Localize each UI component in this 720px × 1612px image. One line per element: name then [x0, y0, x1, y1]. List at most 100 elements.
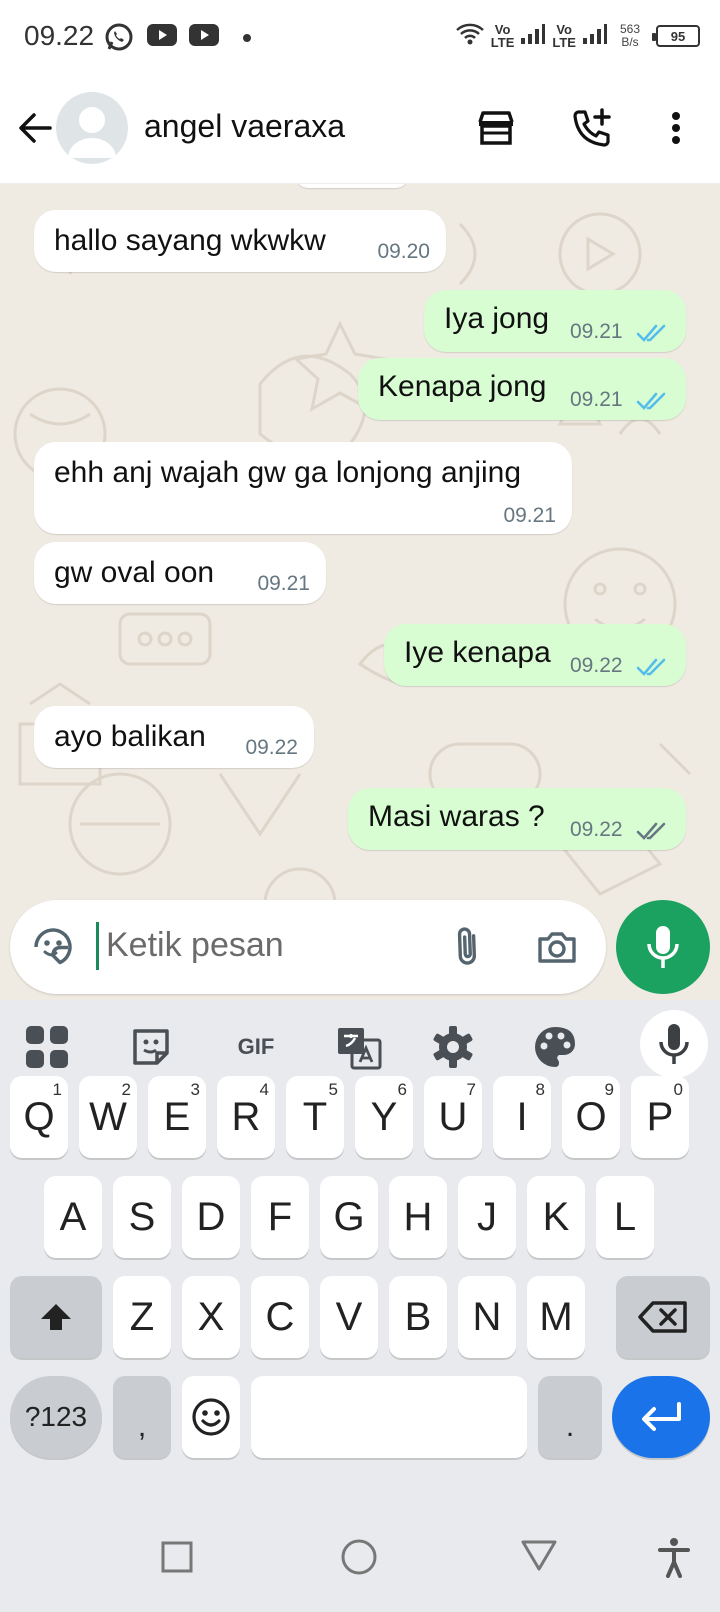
enter-key[interactable]: [612, 1376, 710, 1458]
key-b[interactable]: B: [389, 1276, 447, 1358]
message-bubble-incoming[interactable]: hallo sayang wkwkw 09.20: [34, 210, 446, 272]
store-icon[interactable]: [474, 106, 518, 150]
key-s[interactable]: S: [113, 1176, 171, 1258]
voice-record-button[interactable]: [616, 900, 710, 994]
chat-area[interactable]: hallo sayang wkwkw 09.20 Iya jong 09.21 …: [0, 184, 720, 1000]
key-l[interactable]: L: [596, 1176, 654, 1258]
contact-name[interactable]: angel vaeraxa: [144, 108, 345, 145]
back-arrow-icon[interactable]: [14, 106, 58, 150]
palette-icon[interactable]: [530, 1022, 580, 1072]
battery-indicator: 95: [652, 25, 700, 47]
read-ticks-icon: [636, 392, 666, 410]
navigation-bar: [0, 1510, 720, 1612]
key-p[interactable]: P0: [631, 1076, 689, 1158]
key-d[interactable]: D: [182, 1176, 240, 1258]
message-time: 09.20: [377, 240, 430, 263]
avatar[interactable]: [56, 92, 128, 164]
translate-icon[interactable]: [334, 1022, 384, 1072]
message-time: 09.21: [503, 504, 556, 527]
wifi-icon: [455, 21, 485, 52]
message-time: 09.21: [257, 572, 310, 595]
shift-icon: [41, 1304, 71, 1330]
key-a[interactable]: A: [44, 1176, 102, 1258]
volte-indicator-1: Vo LTE: [490, 22, 515, 50]
recents-square-icon[interactable]: [160, 1540, 194, 1579]
dot-icon: [242, 30, 252, 48]
key-u[interactable]: U7: [424, 1076, 482, 1158]
message-input[interactable]: [106, 926, 426, 965]
key-j[interactable]: J: [458, 1176, 516, 1258]
key-t[interactable]: T5: [286, 1076, 344, 1158]
key-n[interactable]: N: [458, 1276, 516, 1358]
key-z[interactable]: Z: [113, 1276, 171, 1358]
message-text: ehh anj wajah gw ga lonjong anjing: [54, 456, 522, 489]
space-key[interactable]: [251, 1376, 527, 1458]
message-text: gw oval oon: [54, 556, 215, 589]
voice-input-button[interactable]: [640, 1010, 708, 1078]
chat-header: angel vaeraxa: [0, 72, 720, 184]
volte-indicator-2: Vo LTE: [552, 22, 576, 50]
key-g[interactable]: G: [320, 1176, 378, 1258]
apps-grid-icon[interactable]: [22, 1022, 72, 1072]
key-e[interactable]: E3: [148, 1076, 206, 1158]
comma-key[interactable]: ,: [113, 1376, 171, 1458]
key-w[interactable]: W2: [79, 1076, 137, 1158]
message-bubble-outgoing[interactable]: Masi waras ? 09.22: [348, 788, 686, 850]
avatar-icon: [68, 107, 116, 158]
backspace-key[interactable]: [616, 1276, 710, 1358]
youtube-icon: [146, 22, 178, 53]
key-v[interactable]: V: [320, 1276, 378, 1358]
message-composer[interactable]: [10, 900, 606, 994]
key-k[interactable]: K: [527, 1176, 585, 1258]
emoji-icon: [192, 1398, 230, 1436]
network-speed: 563 B/s: [619, 22, 640, 49]
more-vert-icon[interactable]: [654, 106, 698, 150]
key-y[interactable]: Y6: [355, 1076, 413, 1158]
home-circle-icon[interactable]: [340, 1538, 378, 1581]
message-bubble-outgoing[interactable]: Iye kenapa 09.22: [384, 624, 686, 686]
read-ticks-icon: [636, 658, 666, 676]
key-i[interactable]: I8: [493, 1076, 551, 1158]
sticker-icon[interactable]: [30, 924, 76, 970]
accessibility-icon[interactable]: [656, 1536, 692, 1583]
key-c[interactable]: C: [251, 1276, 309, 1358]
key-r[interactable]: R4: [217, 1076, 275, 1158]
camera-icon[interactable]: [534, 924, 580, 970]
message-time: 09.22: [570, 654, 623, 677]
period-key[interactable]: .: [538, 1376, 602, 1458]
message-bubble-incoming[interactable]: gw oval oon 09.21: [34, 542, 326, 604]
shift-key[interactable]: [10, 1276, 102, 1358]
settings-gear-icon[interactable]: [428, 1022, 478, 1072]
enter-icon: [642, 1402, 681, 1431]
key-m[interactable]: M: [527, 1276, 585, 1358]
message-text: Iya jong: [444, 302, 550, 335]
message-bubble-incoming[interactable]: ehh anj wajah gw ga lonjong anjing 09.21: [34, 442, 572, 534]
mic-icon: [659, 1024, 689, 1064]
read-ticks-icon: [636, 324, 666, 342]
emoji-key[interactable]: [182, 1376, 240, 1458]
key-h[interactable]: H: [389, 1176, 447, 1258]
symbols-key[interactable]: ?123: [10, 1376, 102, 1458]
message-text: Iye kenapa: [404, 636, 551, 669]
gif-icon[interactable]: GIF: [226, 1022, 286, 1072]
message-text: ayo balikan: [54, 720, 206, 753]
message-bubble-incoming[interactable]: ayo balikan 09.22: [34, 706, 314, 768]
message-time: 09.22: [570, 818, 623, 841]
key-q[interactable]: Q1: [10, 1076, 68, 1158]
status-time: 09.22: [24, 20, 95, 51]
back-triangle-icon[interactable]: [520, 1538, 558, 1577]
key-x[interactable]: X: [182, 1276, 240, 1358]
attach-icon[interactable]: [446, 924, 490, 970]
message-bubble-outgoing[interactable]: Iya jong 09.21: [424, 290, 686, 352]
message-time: 09.21: [570, 320, 623, 343]
message-text: Kenapa jong: [378, 370, 547, 403]
message-time: 09.21: [570, 388, 623, 411]
key-f[interactable]: F: [251, 1176, 309, 1258]
message-text: Masi waras ?: [368, 800, 545, 833]
delivered-ticks-icon: [636, 822, 666, 840]
message-time: 09.22: [245, 736, 298, 759]
key-o[interactable]: O9: [562, 1076, 620, 1158]
message-bubble-outgoing[interactable]: Kenapa jong 09.21: [358, 358, 686, 420]
sticker-icon[interactable]: [126, 1022, 176, 1072]
add-call-icon[interactable]: [570, 106, 614, 150]
